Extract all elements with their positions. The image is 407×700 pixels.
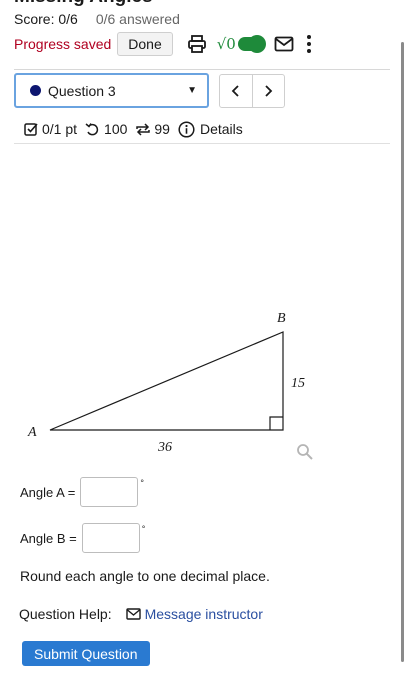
chevron-left-icon — [231, 85, 239, 97]
angle-b-row: Angle B = ° — [20, 522, 145, 554]
chevron-right-icon — [265, 85, 273, 97]
triangle-shape — [49, 331, 284, 431]
question-nav — [219, 74, 285, 108]
question-meta: 0/1 pt 100 99 Details — [24, 118, 243, 140]
answered-count: 0/6 answered — [95, 11, 180, 27]
message-instructor-link[interactable]: Message instructor — [145, 606, 263, 622]
toolbar: Progress saved Done √0 — [14, 32, 312, 56]
retries-value: 100 — [104, 121, 128, 137]
caret-down-icon: ▼ — [187, 85, 197, 96]
mail-icon[interactable] — [125, 608, 141, 620]
question-status-dot — [30, 85, 41, 96]
divider — [14, 143, 390, 144]
angle-a-degree-symbol: ° — [140, 478, 144, 488]
math-entry-label: √0 — [216, 35, 236, 53]
divider — [14, 69, 390, 70]
scrollbar[interactable] — [401, 42, 404, 662]
side-bottom-label: 36 — [157, 440, 172, 455]
print-icon[interactable] — [187, 34, 207, 54]
next-question-button[interactable] — [251, 75, 285, 107]
submit-question-button[interactable]: Submit Question — [22, 641, 150, 666]
page-title: Missing Angles — [14, 0, 153, 8]
magnify-icon[interactable] — [296, 443, 314, 461]
mail-icon[interactable] — [274, 36, 294, 52]
points-value: 0/1 pt — [42, 121, 78, 137]
score-label: Score: 0/6 — [14, 11, 78, 27]
details-label: Details — [199, 121, 243, 137]
question-select-value: Question 3 — [48, 82, 116, 99]
vertex-b-label: B — [277, 311, 286, 326]
question-help-label: Question Help: — [19, 606, 112, 622]
score-row: Score: 0/6 0/6 answered — [14, 11, 180, 27]
vertex-a-label: A — [27, 425, 37, 440]
angle-b-label: Angle B = — [20, 530, 77, 546]
checkbox-check-icon — [24, 122, 38, 136]
instructions-text: Round each angle to one decimal place. — [20, 568, 270, 584]
info-icon — [178, 120, 195, 138]
attempts-value: 99 — [154, 121, 170, 137]
repeat-icon — [136, 122, 151, 136]
right-angle-marker — [269, 416, 283, 430]
side-right-label: 15 — [291, 376, 305, 391]
done-button[interactable]: Done — [117, 32, 173, 56]
math-entry-toggle[interactable] — [237, 35, 266, 53]
question-help: Question Help: Message instructor — [19, 606, 263, 622]
details-link[interactable]: Details — [178, 120, 243, 138]
undo-icon — [85, 122, 99, 135]
angle-a-label: Angle A = — [20, 484, 76, 500]
angle-b-input[interactable] — [81, 523, 140, 553]
previous-question-button[interactable] — [220, 75, 252, 107]
triangle-diagram: A B 36 15 — [27, 311, 305, 455]
progress-saved-status: Progress saved — [14, 36, 112, 52]
angle-a-input[interactable] — [80, 477, 139, 507]
angle-a-row: Angle A = ° — [20, 476, 144, 508]
question-select[interactable]: Question 3 ▼ — [14, 73, 209, 108]
angle-b-degree-symbol: ° — [141, 524, 146, 534]
more-options-icon[interactable] — [306, 34, 312, 54]
toggle-knob — [247, 35, 266, 53]
